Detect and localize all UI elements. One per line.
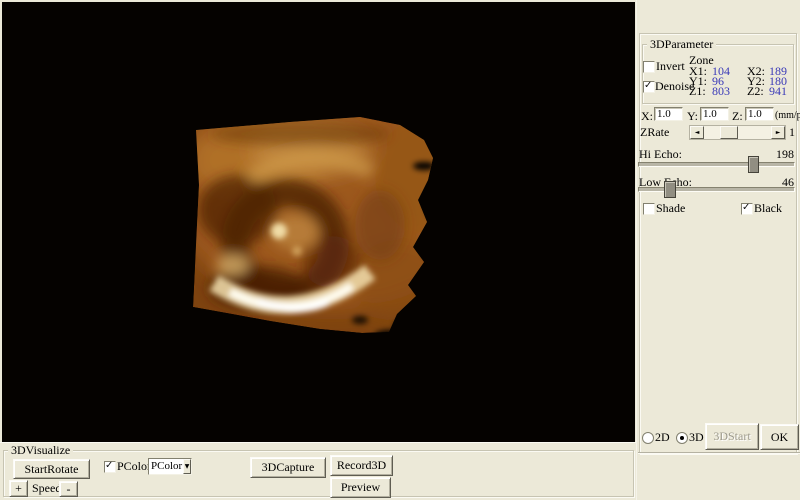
scroll-left-arrow-icon[interactable]: ◄ [690, 126, 704, 139]
checkmark-icon: ✓ [105, 460, 113, 471]
ultrasound-volume-image [2, 2, 635, 442]
y-scale-label: Y: [687, 110, 698, 122]
app-window: 3DParameter Invert ✓ Denoise Zone X1: 10… [0, 0, 800, 500]
zrate-scrollbar[interactable]: ◄ ► [689, 125, 786, 140]
3dstart-button[interactable]: 3DStart [705, 423, 759, 450]
zone-z1-label: Z1: [689, 85, 706, 97]
hi-echo-slider-thumb[interactable] [748, 156, 759, 173]
speed-minus-button[interactable]: - [59, 481, 78, 497]
preview-button[interactable]: Preview [330, 477, 391, 498]
shade-label: Shade [656, 202, 685, 214]
x-scale-field[interactable] [654, 107, 683, 121]
low-echo-slider-track[interactable] [638, 187, 795, 192]
x-scale-label: X: [641, 110, 653, 122]
record3d-button[interactable]: Record3D [330, 455, 393, 476]
zrate-scrollbar-thumb[interactable] [720, 126, 738, 139]
black-checkbox[interactable]: ✓ [741, 203, 753, 215]
parameter-panel: 3DParameter Invert ✓ Denoise Zone X1: 10… [636, 0, 800, 500]
checkmark-icon: ✓ [742, 202, 750, 213]
zone-z2-value: 941 [769, 85, 787, 97]
mode-2d-label: 2D [655, 431, 670, 443]
invert-checkbox[interactable] [643, 61, 655, 73]
hi-echo-label: Hi Echo: [639, 148, 682, 160]
pcolor-dropdown-value: PColor [149, 459, 183, 474]
render-viewport[interactable] [2, 2, 635, 442]
3dparameter-title: 3DParameter [647, 37, 716, 51]
z-scale-label: Z: [732, 110, 743, 122]
panel-separator [638, 452, 800, 454]
low-echo-slider-thumb[interactable] [664, 181, 676, 198]
y-scale-field[interactable] [700, 107, 729, 121]
3dvisualize-title: 3DVisualize [8, 443, 73, 457]
denoise-checkbox[interactable]: ✓ [643, 81, 655, 93]
mode-2d-radio[interactable] [642, 432, 654, 444]
chevron-down-icon[interactable]: ▼ [183, 459, 191, 474]
zone-z1-value: 803 [712, 85, 730, 97]
hi-echo-value: 198 [776, 148, 794, 160]
black-label: Black [754, 202, 782, 214]
mode-3d-radio[interactable] [676, 432, 688, 444]
pcolor-label: PColor [117, 460, 151, 472]
radio-dot-icon [680, 436, 684, 440]
shade-checkbox[interactable] [643, 203, 655, 215]
hi-echo-slider-track[interactable] [638, 162, 795, 167]
zrate-label: ZRate [640, 126, 669, 138]
start-rotate-button[interactable]: StartRotate [13, 459, 90, 479]
pcolor-dropdown[interactable]: PColor ▼ [148, 458, 192, 475]
checkmark-icon: ✓ [644, 80, 652, 91]
scale-unit-label: (mm/p) [775, 110, 800, 122]
mode-3d-label: 3D [689, 431, 704, 443]
ok-button[interactable]: OK [760, 424, 799, 450]
speed-label: Speed [32, 482, 61, 494]
pcolor-checkbox[interactable]: ✓ [104, 461, 116, 473]
invert-label: Invert [656, 60, 685, 72]
speed-plus-button[interactable]: + [9, 480, 28, 497]
bottom-toolbar: 3DVisualize StartRotate + Speed - ✓ PCol… [0, 442, 636, 500]
3dcapture-button[interactable]: 3DCapture [250, 457, 326, 478]
z-scale-field[interactable] [745, 107, 774, 121]
zone-z2-label: Z2: [747, 85, 764, 97]
zrate-value: 1 [789, 126, 795, 138]
scroll-right-arrow-icon[interactable]: ► [771, 126, 785, 139]
